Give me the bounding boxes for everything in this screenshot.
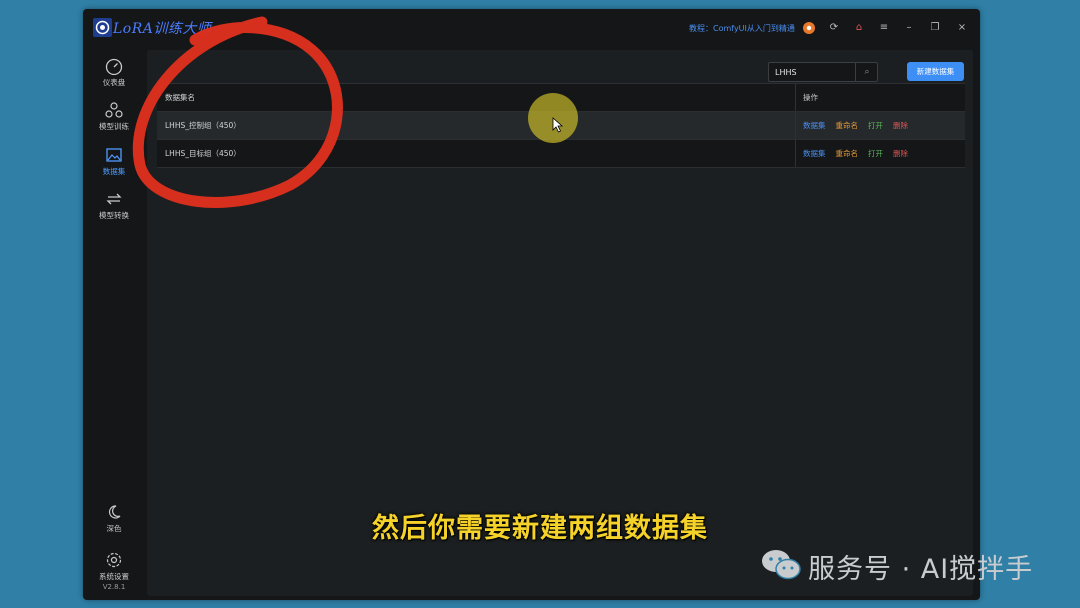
- sidebar-item-label: 模型转换: [99, 211, 129, 220]
- column-divider: [795, 84, 796, 111]
- rename-action[interactable]: 重命名: [836, 149, 859, 158]
- gear-icon: [106, 552, 122, 568]
- dataset-name: LHHS_目标组（450）: [165, 149, 241, 158]
- menu-icon[interactable]: ≡: [877, 21, 891, 35]
- app-title: LoRA训练大师: [113, 21, 212, 37]
- pin-icon[interactable]: ⌂: [852, 21, 866, 35]
- restore-icon[interactable]: ❐: [928, 21, 942, 35]
- model-train-icon: [105, 102, 123, 118]
- new-dataset-button[interactable]: 新建数据集: [907, 62, 964, 81]
- wechat-icon: [762, 550, 801, 580]
- search-input[interactable]: [769, 63, 853, 81]
- delete-action[interactable]: 删除: [893, 121, 908, 130]
- rename-action[interactable]: 重命名: [836, 121, 859, 130]
- watermark: 服务号 · AI搅拌手: [760, 547, 1032, 585]
- refresh-icon[interactable]: ⟳: [827, 21, 841, 35]
- dataset-name: LHHS_控制组（450）: [165, 121, 241, 130]
- column-divider: [795, 112, 796, 139]
- column-divider: [795, 140, 796, 167]
- dataset-icon: [106, 148, 122, 162]
- open-action[interactable]: 打开: [868, 149, 883, 158]
- tutorial-link[interactable]: 教程：ComfyUI从入门到精通: [689, 23, 795, 34]
- sidebar-item-label: 模型训练: [99, 122, 129, 131]
- sidebar-item-convert[interactable]: 模型转换: [83, 190, 145, 221]
- settings-label: 系统设置: [99, 572, 129, 581]
- version-label: V2.8.1: [102, 583, 126, 591]
- column-header-name: 数据集名: [165, 93, 195, 102]
- sidebar-item-dashboard[interactable]: 仪表盘: [83, 57, 145, 88]
- search-icon[interactable]: ⌕: [855, 63, 878, 81]
- sidebar-item-label: 数据集: [102, 167, 126, 176]
- watermark-text: 服务号 · AI搅拌手: [808, 554, 1034, 585]
- dataset-action[interactable]: 数据集: [803, 149, 826, 158]
- close-icon[interactable]: ×: [955, 21, 969, 35]
- table-row[interactable]: LHHS_目标组（450） 数据集 重命名 打开 删除: [157, 140, 965, 168]
- settings-item[interactable]: 系统设置 V2.8.1: [83, 551, 145, 591]
- sidebar-item-dataset[interactable]: 数据集: [83, 146, 145, 177]
- video-subtitle: 然后你需要新建两组数据集: [372, 513, 708, 544]
- mascot-icon[interactable]: [802, 21, 816, 35]
- app-logo-icon: [93, 18, 112, 37]
- dashboard-icon: [105, 58, 123, 75]
- column-header-actions: 操作: [803, 93, 818, 102]
- row-actions: 数据集 重命名 打开 删除: [803, 112, 918, 139]
- mouse-cursor-icon: [552, 117, 564, 133]
- convert-icon: [106, 193, 122, 205]
- sidebar-item-label: 仪表盘: [102, 78, 126, 87]
- sidebar-item-model-train[interactable]: 模型训练: [83, 101, 145, 132]
- search-box: ⌕: [768, 62, 878, 82]
- delete-action[interactable]: 删除: [893, 149, 908, 158]
- open-action[interactable]: 打开: [868, 121, 883, 130]
- row-actions: 数据集 重命名 打开 删除: [803, 140, 918, 167]
- dataset-action[interactable]: 数据集: [803, 121, 826, 130]
- title-bar: LoRA训练大师 教程：ComfyUI从入门到精通 ⟳ ⌂ ≡ – ❐ ×: [83, 9, 980, 47]
- minimize-icon[interactable]: –: [902, 21, 916, 35]
